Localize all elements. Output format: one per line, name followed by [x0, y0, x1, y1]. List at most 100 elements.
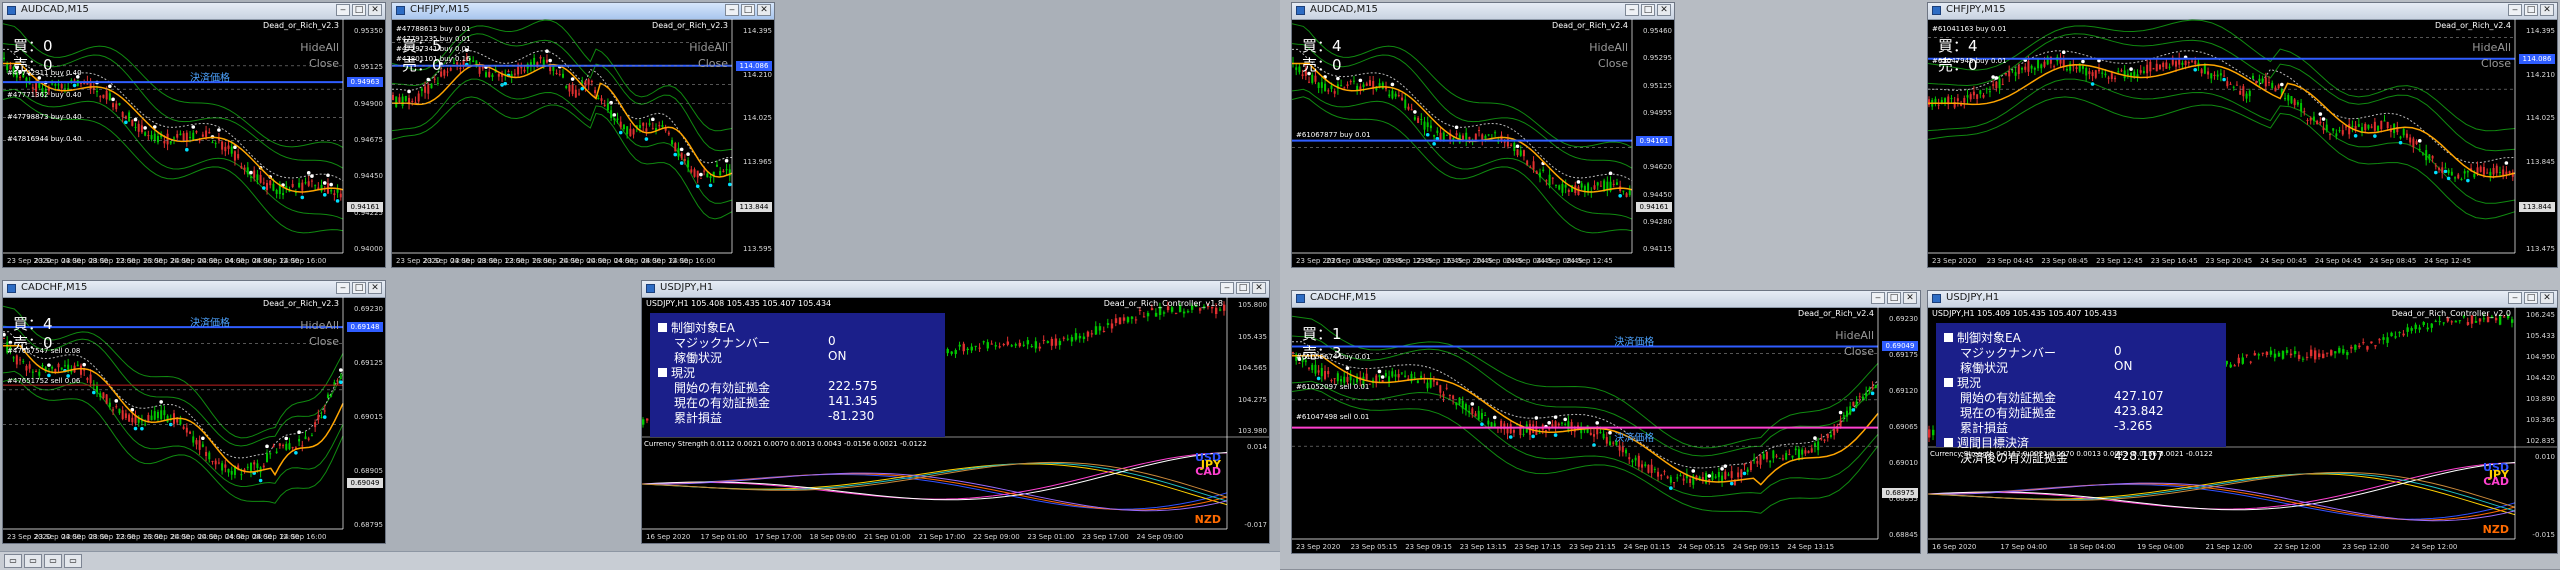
signal-dot	[2443, 169, 2448, 174]
minimize-button[interactable]: ‒	[1871, 292, 1885, 304]
candle-body	[1855, 401, 1858, 407]
window-titlebar[interactable]: AUDCAD,M15 ‒ □ ✕	[3, 3, 385, 20]
candle-body	[227, 468, 230, 473]
candle-body	[1778, 457, 1781, 459]
maximize-button[interactable]: □	[2524, 4, 2538, 16]
window-restore-icon[interactable]: ▭	[4, 554, 22, 568]
close-all-button[interactable]: Close	[309, 335, 339, 348]
candle-body	[2342, 349, 2345, 354]
hideall-button[interactable]: HideAll	[300, 319, 339, 332]
close-all-button[interactable]: Close	[1844, 345, 1874, 358]
chart-area[interactable]: USDJPY,H1 105.408 105.435 105.407 105.43…	[642, 297, 1269, 543]
candle-body	[1538, 172, 1541, 178]
close-all-button[interactable]: Close	[309, 57, 339, 70]
candle-body	[2441, 167, 2444, 173]
minimize-button[interactable]: ‒	[725, 4, 739, 16]
window-titlebar[interactable]: CHFJPY,M15 ‒ □ ✕	[392, 3, 774, 20]
close-icon[interactable]: ✕	[368, 4, 382, 16]
candle-body	[1356, 85, 1359, 91]
candle-body	[1580, 183, 1583, 188]
hideall-button[interactable]: HideAll	[300, 41, 339, 54]
hideall-button[interactable]: HideAll	[689, 41, 728, 54]
chart-area[interactable]: 114.395114.210114.025113.845113.660113.4…	[1928, 19, 2557, 267]
hideall-button[interactable]: HideAll	[2472, 41, 2511, 54]
minimize-button[interactable]: ‒	[1220, 282, 1234, 294]
maximize-button[interactable]: □	[352, 4, 366, 16]
close-icon[interactable]: ✕	[2540, 292, 2554, 304]
maximize-button[interactable]: □	[1236, 282, 1250, 294]
minimize-button[interactable]: ‒	[1625, 4, 1639, 16]
signal-dot	[322, 193, 327, 197]
x-tick-label: 19 Sep 04:00	[2137, 543, 2184, 551]
candle-body	[1788, 453, 1791, 455]
minimize-button[interactable]: ‒	[2508, 292, 2522, 304]
window-titlebar[interactable]: AUDCAD,M15 ‒ □ ✕	[1292, 3, 1674, 20]
x-tick-label: 23 Sep 16:45	[2150, 257, 2198, 265]
close-all-button[interactable]: Close	[2481, 57, 2511, 70]
minimize-button[interactable]: ‒	[2508, 4, 2522, 16]
minimize-button[interactable]: ‒	[336, 4, 350, 16]
chart-window-audcad-v24[interactable]: AUDCAD,M15 ‒ □ ✕ 0.95460 0.95295 0.95125 0.94…	[1291, 2, 1675, 268]
chart-window-usdjpy-controller-v20[interactable]: USDJPY,H1 ‒ □ ✕ USDJPY,H1 105.409 105.435 …	[1927, 290, 2558, 554]
chart-area[interactable]: 114.395114.210114.025113.965113.780113.5…	[392, 19, 774, 267]
candle-body	[1448, 395, 1451, 397]
maximize-button[interactable]: □	[741, 4, 755, 16]
window-titlebar[interactable]: CADCHF,M15 ‒ □ ✕	[3, 281, 385, 298]
chart-window-chfjpy-v23[interactable]: CHFJPY,M15 ‒ □ ✕ 114.395 114.210 114.025 113.…	[391, 2, 775, 268]
close-all-button[interactable]: Close	[698, 57, 728, 70]
close-icon[interactable]: ✕	[757, 4, 771, 16]
candle-body	[1327, 90, 1330, 92]
candle-body	[722, 170, 725, 172]
candle-body	[320, 184, 323, 192]
window-restore-icon[interactable]: ▭	[24, 554, 42, 568]
candle-body	[304, 182, 307, 184]
buy-count: 買：1	[1302, 325, 1342, 343]
window-titlebar[interactable]: CHFJPY,M15 ‒ □ ✕	[1928, 3, 2557, 20]
candle-body	[1439, 132, 1442, 141]
signal-dot	[335, 199, 340, 203]
chart-window-cadchf-v24[interactable]: CADCHF,M15 ‒ □ ✕ 0.69230 0.69175 0.69120 0.69…	[1291, 290, 1921, 554]
window-titlebar[interactable]: USDJPY,H1 ‒ □ ✕	[1928, 291, 2557, 308]
order-label: #61067877 buy 0.01	[1296, 131, 1371, 139]
candle-body	[128, 414, 131, 422]
chart-area[interactable]: 0.954600.952950.951250.949550.947850.946…	[1292, 19, 1674, 267]
chart-window-usdjpy-controller-v18[interactable]: USDJPY,H1 ‒ □ ✕ USDJPY,H1 105.408 105.435 …	[641, 280, 1270, 544]
chart-area[interactable]: 0.95350 0.95125 0.94900 0.94675 0.94450 0.942…	[3, 19, 385, 267]
chart-window-cadchf-v23[interactable]: CADCHF,M15 ‒ □ ✕ 0.69230 0.69125 0.69015 0.68…	[2, 280, 386, 544]
maximize-button[interactable]: □	[1887, 292, 1901, 304]
close-icon[interactable]: ✕	[1657, 4, 1671, 16]
close-icon[interactable]: ✕	[2540, 4, 2554, 16]
close-icon[interactable]: ✕	[1252, 282, 1266, 294]
maximize-button[interactable]: □	[1641, 4, 1655, 16]
window-titlebar[interactable]: USDJPY,H1 ‒ □ ✕	[642, 281, 1269, 298]
candle-body	[998, 346, 1002, 348]
candle-body	[1182, 311, 1186, 314]
close-icon[interactable]: ✕	[1903, 292, 1917, 304]
chart-window-chfjpy-v24[interactable]: CHFJPY,M15 ‒ □ ✕ 114.395 114.210 114.025 113.…	[1927, 2, 2558, 268]
close-icon[interactable]: ✕	[368, 282, 382, 294]
square-bullet-icon	[658, 323, 667, 332]
candle-body	[2425, 150, 2428, 161]
maximize-button[interactable]: □	[352, 282, 366, 294]
hideall-button[interactable]: HideAll	[1589, 41, 1628, 54]
x-tick-label: 24 Sep 12:00	[2410, 543, 2458, 551]
candle-body	[1852, 401, 1855, 406]
candle-body	[2478, 318, 2482, 322]
x-tick-label: 24 Sep 01:15	[1623, 543, 1671, 551]
hideall-button[interactable]: HideAll	[1835, 329, 1874, 342]
close-all-button[interactable]: Close	[1598, 57, 1628, 70]
signal-dot	[1991, 75, 1995, 79]
chart-area[interactable]: 0.69230 0.69125 0.69015 0.68905 0.68795 23 Se…	[3, 297, 385, 543]
minimize-button[interactable]: ‒	[336, 282, 350, 294]
candle-body	[217, 462, 220, 464]
chart-area[interactable]: 0.69230 0.69175 0.69120 0.69065 0.69010 0.689…	[1292, 307, 1920, 553]
chart-area[interactable]: USDJPY,H1 105.409 105.435 105.407 105.43…	[1928, 307, 2557, 553]
candle-body	[2142, 71, 2145, 73]
candle-body	[2354, 345, 2357, 350]
window-restore-icon[interactable]: ▭	[44, 554, 62, 568]
candle-body	[2309, 349, 2313, 357]
window-titlebar[interactable]: CADCHF,M15 ‒ □ ✕	[1292, 291, 1920, 308]
chart-window-audcad-v23[interactable]: AUDCAD,M15 ‒ □ ✕ 0.95350 0.95125 0.94900 0.94…	[2, 2, 386, 268]
maximize-button[interactable]: □	[2524, 292, 2538, 304]
window-restore-icon[interactable]: ▭	[64, 554, 82, 568]
